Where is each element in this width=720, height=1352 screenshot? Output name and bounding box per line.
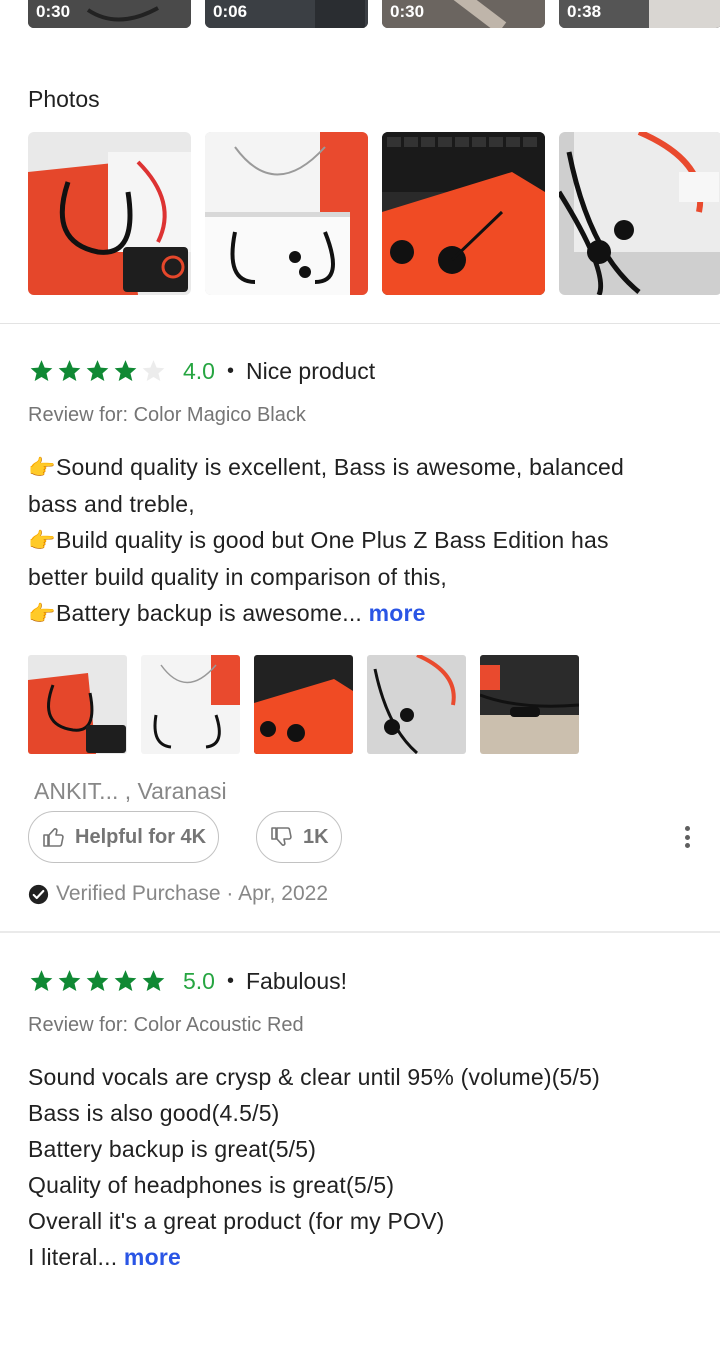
separator-dot: • xyxy=(226,359,234,382)
thumbs-up-icon xyxy=(43,828,64,847)
separator-dot: • xyxy=(226,969,234,992)
video-duration: 0:30 xyxy=(36,2,71,21)
review-title: Nice product xyxy=(246,357,376,384)
review-photo xyxy=(367,655,466,754)
pointing-hand-icon: 👉 xyxy=(28,455,56,480)
review-variant: Review for: Color Acoustic Red xyxy=(28,1014,304,1036)
review-variant: Review for: Color Magico Black xyxy=(28,404,306,426)
review-image[interactable] xyxy=(367,655,466,754)
star-rating xyxy=(28,358,167,384)
helpful-button[interactable]: Helpful for 4K xyxy=(28,811,220,863)
review-title: Fabulous! xyxy=(246,967,348,994)
photos-row xyxy=(28,132,720,295)
review-author: ANKIT... , Varanasi xyxy=(34,778,227,804)
review-photo xyxy=(141,655,240,754)
review-line: Overall it's a great product (for my POV… xyxy=(28,1208,445,1234)
rating-row: 5.0 • Fabulous! xyxy=(28,966,347,996)
review-divider xyxy=(0,931,720,933)
verified-text: Verified Purchase · Apr, 2022 xyxy=(56,882,329,905)
star-filled-icon xyxy=(58,970,81,991)
review-photo xyxy=(480,655,579,754)
photo-thumbnail[interactable] xyxy=(205,132,368,295)
star-rating xyxy=(28,968,167,994)
review-image[interactable] xyxy=(480,655,579,754)
video-duration: 0:06 xyxy=(213,2,248,21)
thumbs-down-icon xyxy=(271,827,292,846)
star-filled-icon xyxy=(142,970,165,991)
verified-check-icon xyxy=(28,884,49,904)
review-line: Sound quality is excellent, Bass is awes… xyxy=(56,454,625,480)
rating-value: 4.0 xyxy=(183,357,215,384)
video-duration: 0:38 xyxy=(567,2,602,21)
more-options-icon[interactable] xyxy=(684,826,690,848)
pointing-hand-icon: 👉 xyxy=(28,528,56,553)
review-line: I literal... xyxy=(28,1244,118,1270)
rating-row: 4.0 • Nice product xyxy=(28,356,375,386)
photo-thumbnail[interactable] xyxy=(382,132,545,295)
section-divider xyxy=(0,323,720,324)
star-filled-icon xyxy=(86,970,109,991)
review-line: Build quality is good but One Plus Z Bas… xyxy=(56,527,609,553)
review-line: Sound vocals are crysp & clear until 95%… xyxy=(28,1064,600,1090)
star-filled-icon xyxy=(86,360,109,381)
review-line: better build quality in comparison of th… xyxy=(28,564,447,590)
video-thumbnail[interactable]: 0:30 xyxy=(28,0,191,28)
review-text: 👉Sound quality is excellent, Bass is awe… xyxy=(28,449,708,632)
read-more-link[interactable]: more xyxy=(124,1244,181,1270)
star-filled-icon xyxy=(30,360,53,381)
star-empty-icon xyxy=(142,360,165,381)
pointing-hand-icon: 👉 xyxy=(28,601,56,626)
video-thumbnail[interactable]: 0:06 xyxy=(205,0,368,28)
product-photo xyxy=(559,132,720,295)
review-text: Sound vocals are crysp & clear until 95%… xyxy=(28,1059,708,1275)
review-image[interactable] xyxy=(254,655,353,754)
photo-thumbnail[interactable] xyxy=(28,132,191,295)
rating-value: 5.0 xyxy=(183,967,215,994)
review-photo xyxy=(28,655,127,754)
star-filled-icon xyxy=(114,360,137,381)
review-line: Battery backup is great(5/5) xyxy=(28,1136,317,1162)
dislike-button[interactable]: 1K xyxy=(256,811,342,863)
video-duration: 0:30 xyxy=(390,2,425,21)
star-filled-icon xyxy=(114,970,137,991)
photos-section-title: Photos xyxy=(28,86,100,112)
photo-thumbnail[interactable] xyxy=(559,132,720,295)
read-more-link[interactable]: more xyxy=(369,600,426,626)
product-photo xyxy=(28,132,191,295)
review-image[interactable] xyxy=(28,655,127,754)
review-line: Bass is also good(4.5/5) xyxy=(28,1100,280,1126)
product-photo xyxy=(382,132,545,295)
review-image[interactable] xyxy=(141,655,240,754)
review-line: Quality of headphones is great(5/5) xyxy=(28,1172,395,1198)
star-filled-icon xyxy=(58,360,81,381)
video-strip: 0:30 0:06 0:30 0:38 xyxy=(28,0,720,28)
video-thumbnail[interactable]: 0:38 xyxy=(559,0,720,28)
star-filled-icon xyxy=(30,970,53,991)
review-photo xyxy=(254,655,353,754)
verified-purchase: Verified Purchase · Apr, 2022 xyxy=(28,882,328,906)
dislike-count: 1K xyxy=(303,825,329,848)
product-photo xyxy=(205,132,368,295)
review-line: bass and treble, xyxy=(28,491,195,517)
helpful-label: Helpful for 4K xyxy=(75,825,207,848)
video-thumbnail[interactable]: 0:30 xyxy=(382,0,545,28)
review-line: Battery backup is awesome... xyxy=(56,600,363,626)
